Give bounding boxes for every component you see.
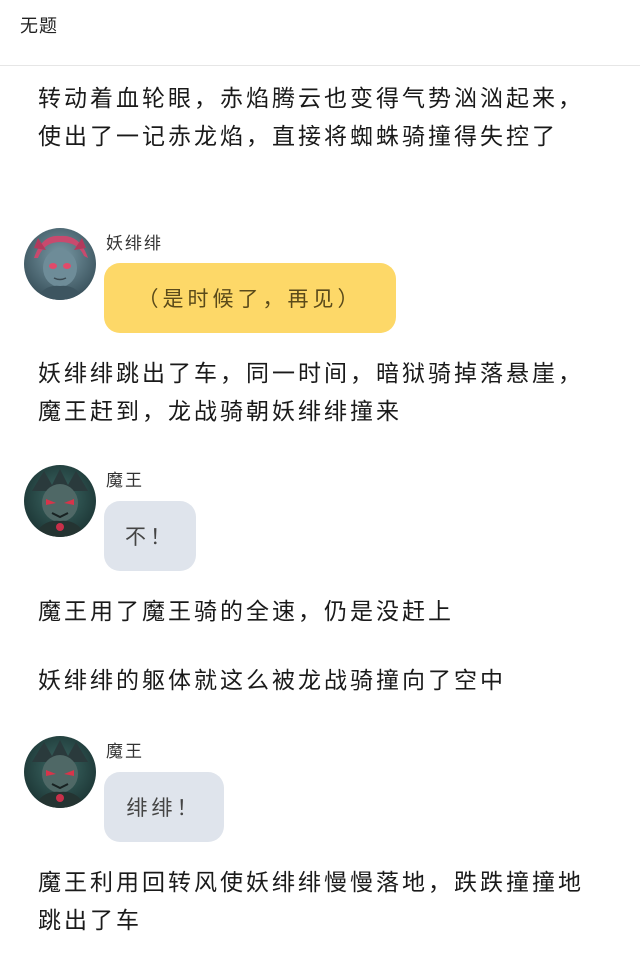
mowang-avatar[interactable]: [24, 465, 96, 537]
mowang-avatar[interactable]: [24, 736, 96, 808]
narration-text: 魔王利用回转风使妖绯绯慢慢落地，跌跌撞撞地跳出了车: [38, 870, 584, 934]
narration-text: 转动着血轮眼，赤焰腾云也变得气势汹汹起来，使出了一记赤龙焰，直接将蜘蛛骑撞得失控…: [38, 86, 584, 150]
yao-feifei-avatar[interactable]: [24, 228, 96, 300]
narration-text: 妖绯绯的躯体就这么被龙战骑撞向了空中: [38, 668, 506, 694]
narration-text: 魔王用了魔王骑的全速，仍是没赶上: [38, 599, 454, 625]
page-title: 无题: [20, 16, 58, 37]
title-bar: 无题: [0, 0, 640, 66]
speaker-name: 妖绯绯: [106, 234, 163, 254]
chat-bubble: 不！: [104, 501, 196, 571]
chat-bubble: 绯绯！: [104, 772, 224, 842]
speaker-name: 魔王: [106, 742, 144, 762]
narration-text: 妖绯绯跳出了车，同一时间，暗狱骑掉落悬崖，魔王赶到，龙战骑朝妖绯绯撞来: [38, 361, 584, 425]
chat-bubble: （是时候了，再见）: [104, 263, 396, 333]
speaker-name: 魔王: [106, 471, 144, 491]
